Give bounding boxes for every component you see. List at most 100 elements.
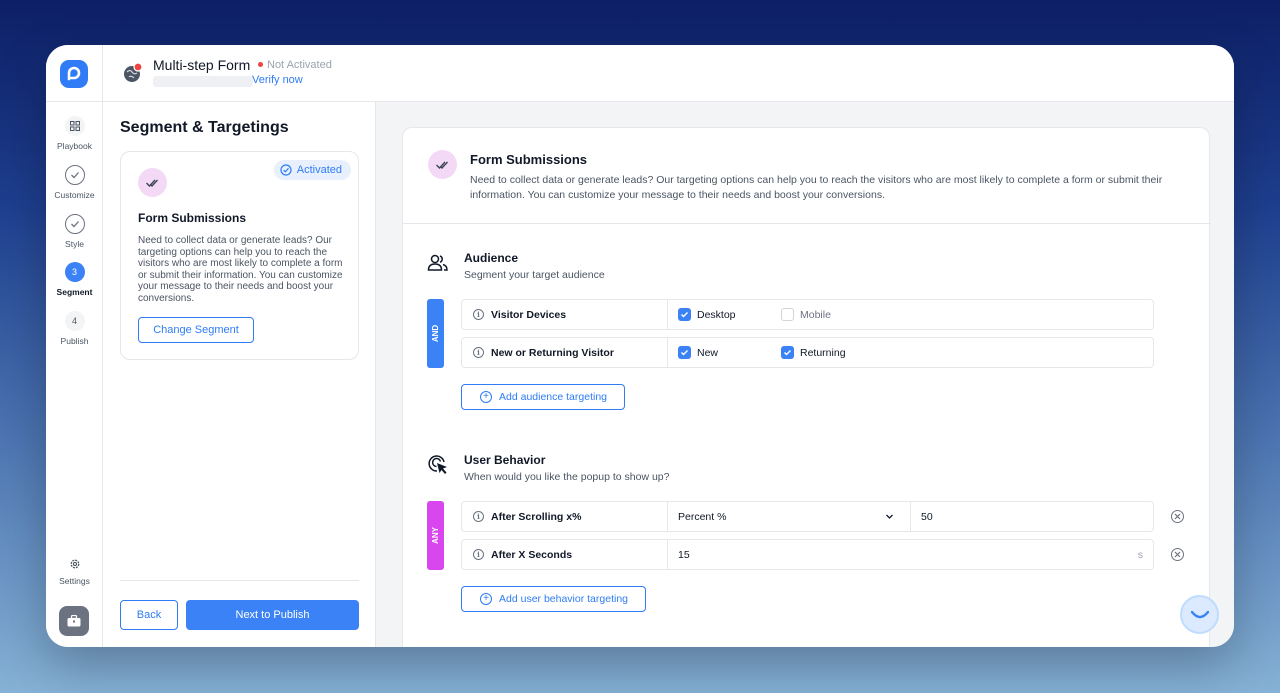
targeting-row-seconds: i After X Seconds 15 s xyxy=(461,539,1154,570)
app-window: Multi-step Form Not Activated Verify now… xyxy=(46,45,1234,647)
step-3-badge: 3 xyxy=(64,262,85,282)
option-label: Mobile xyxy=(800,308,831,321)
checkbox-checked-icon[interactable] xyxy=(678,346,691,359)
targeting-row-scrolling: i After Scrolling x% Percent % 50 xyxy=(461,501,1154,532)
targeting-row-visitor-devices: i Visitor Devices Desktop Mobile xyxy=(461,299,1154,330)
next-to-publish-button[interactable]: Next to Publish xyxy=(186,600,359,630)
nav-item-customize[interactable]: Customize xyxy=(46,165,103,200)
nav-label-publish: Publish xyxy=(60,336,89,346)
and-logic-label: AND xyxy=(431,324,440,343)
step-4-badge: 4 xyxy=(64,311,85,331)
row-label: New or Returning Visitor xyxy=(491,346,614,359)
any-logic-bar: ANY xyxy=(427,501,444,570)
targeting-card: Form Submissions Need to collect data or… xyxy=(402,127,1211,647)
option-mobile[interactable]: Mobile xyxy=(781,308,831,321)
targeting-title: Form Submissions xyxy=(470,152,588,167)
option-label: Returning xyxy=(800,346,846,359)
targeting-row-new-returning: i New or Returning Visitor New Returning xyxy=(461,337,1154,368)
targeting-description: Need to collect data or generate leads? … xyxy=(470,174,1163,201)
status-text: Not Activated xyxy=(267,59,332,71)
top-bar: Multi-step Form Not Activated Verify now xyxy=(46,45,1234,102)
chevron-down-icon xyxy=(886,514,893,519)
verify-now-link[interactable]: Verify now xyxy=(252,74,303,86)
audience-title: Audience xyxy=(464,251,519,265)
option-label: New xyxy=(697,346,719,359)
add-audience-targeting-button[interactable]: + Add audience targeting xyxy=(461,384,625,410)
card-description: Need to collect data or generate leads? … xyxy=(138,235,343,304)
plus-circle-icon: + xyxy=(480,391,492,403)
checkbox-unchecked-icon[interactable] xyxy=(781,308,794,321)
gear-icon xyxy=(65,554,85,574)
scroll-value-input[interactable]: 50 xyxy=(921,502,933,531)
chat-widget-icon[interactable] xyxy=(1180,595,1219,634)
globe-alert-icon xyxy=(122,62,144,84)
change-segment-button[interactable]: Change Segment xyxy=(138,317,254,343)
back-button[interactable]: Back xyxy=(120,600,178,630)
activated-badge: Activated xyxy=(273,160,351,180)
cursor-click-icon xyxy=(427,453,449,475)
option-new[interactable]: New xyxy=(678,346,718,359)
any-logic-label: ANY xyxy=(430,527,440,544)
check-circle-icon xyxy=(280,164,292,176)
plus-circle-icon: + xyxy=(480,593,492,605)
side-nav: Playbook Customize Style 3 Segment 4 Pub… xyxy=(46,102,103,647)
status-dot xyxy=(258,62,263,67)
row-label-cell: i Visitor Devices xyxy=(462,300,668,329)
option-label: Desktop xyxy=(697,308,736,321)
app-logo-icon[interactable] xyxy=(60,59,88,88)
info-icon[interactable]: i xyxy=(473,309,484,320)
nav-item-segment[interactable]: 3 Segment xyxy=(46,262,103,297)
seconds-value-input[interactable]: 15 xyxy=(678,540,690,569)
behavior-title: User Behavior xyxy=(464,453,546,467)
option-desktop[interactable]: Desktop xyxy=(678,308,736,321)
nav-label-settings: Settings xyxy=(59,576,90,586)
remove-circle-icon[interactable] xyxy=(1171,548,1184,561)
blurred-url xyxy=(153,76,253,87)
row-label: After Scrolling x% xyxy=(491,510,582,523)
main-content: Form Submissions Need to collect data or… xyxy=(376,102,1234,647)
nav-item-publish[interactable]: 4 Publish xyxy=(46,311,103,346)
nav-item-settings[interactable]: Settings xyxy=(46,554,103,586)
behavior-subtitle: When would you like the popup to show up… xyxy=(464,471,670,483)
nav-item-style[interactable]: Style xyxy=(46,214,103,249)
row-label-cell: i New or Returning Visitor xyxy=(462,338,668,367)
check-circle-icon xyxy=(64,214,85,234)
check-circle-icon xyxy=(64,165,85,185)
option-returning[interactable]: Returning xyxy=(781,346,846,359)
and-logic-bar: AND xyxy=(427,299,444,368)
segment-card: Activated Form Submissions Need to colle… xyxy=(120,151,359,360)
unit-select-value: Percent % xyxy=(678,510,727,523)
seconds-unit: s xyxy=(1137,549,1143,561)
nav-item-playbook[interactable]: Playbook xyxy=(46,116,103,151)
info-icon[interactable]: i xyxy=(473,347,484,358)
add-user-behavior-targeting-button[interactable]: + Add user behavior targeting xyxy=(461,586,646,612)
nav-label-style: Style xyxy=(65,239,84,249)
add-audience-label: Add audience targeting xyxy=(499,391,607,403)
grid-icon xyxy=(64,116,85,136)
targeting-header: Form Submissions Need to collect data or… xyxy=(403,128,1211,224)
logo-container xyxy=(46,45,103,102)
checkbox-checked-icon[interactable] xyxy=(781,346,794,359)
panel-title: Segment & Targetings xyxy=(120,119,289,136)
form-title: Multi-step Form xyxy=(153,57,251,73)
row-label: Visitor Devices xyxy=(491,308,567,321)
activated-badge-label: Activated xyxy=(296,164,342,176)
unit-select[interactable]: Percent % xyxy=(668,502,911,531)
divider xyxy=(120,580,359,581)
remove-circle-icon[interactable] xyxy=(1171,510,1184,523)
double-check-icon xyxy=(428,150,457,179)
segment-panel: Segment & Targetings Activated Form Subm… xyxy=(103,102,376,647)
row-label-cell: i After X Seconds xyxy=(462,540,668,569)
info-icon[interactable]: i xyxy=(473,549,484,560)
double-check-icon xyxy=(138,168,167,197)
briefcase-icon[interactable] xyxy=(59,606,89,636)
audience-subtitle: Segment your target audience xyxy=(464,269,605,281)
users-icon xyxy=(427,252,449,274)
row-label: After X Seconds xyxy=(491,548,573,561)
add-behavior-label: Add user behavior targeting xyxy=(499,593,628,605)
nav-label-customize: Customize xyxy=(54,190,95,200)
checkbox-checked-icon[interactable] xyxy=(678,308,691,321)
nav-label-playbook: Playbook xyxy=(57,141,92,151)
info-icon[interactable]: i xyxy=(473,511,484,522)
nav-label-segment: Segment xyxy=(56,287,93,297)
